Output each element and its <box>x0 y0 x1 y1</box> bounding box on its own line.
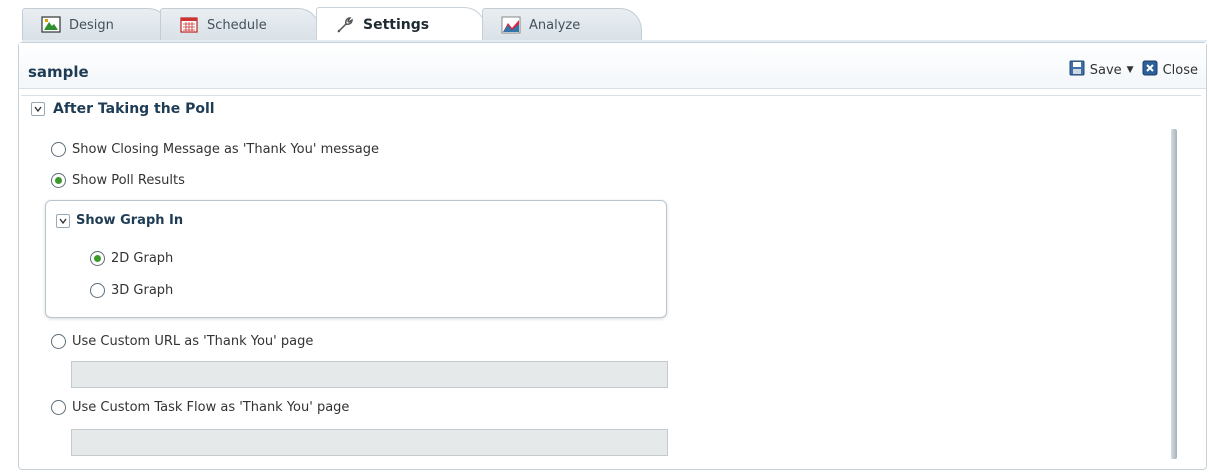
custom-url-field[interactable] <box>71 361 668 388</box>
tab-analyze-label: Analyze <box>529 17 581 33</box>
chevron-down-icon[interactable]: ▼ <box>1127 65 1134 75</box>
option-2d-graph-label: 2D Graph <box>111 251 174 266</box>
page-title: sample <box>28 63 89 81</box>
close-icon <box>1142 60 1158 80</box>
radio-3d-graph[interactable] <box>90 283 105 298</box>
design-icon <box>41 16 61 34</box>
main-panel: sample Save ▼ Close After Taking the Pol… <box>18 42 1207 470</box>
wrench-icon <box>335 16 355 34</box>
calendar-icon <box>179 16 199 34</box>
radio-poll-results[interactable] <box>51 173 66 188</box>
save-label: Save <box>1089 62 1122 78</box>
chart-icon <box>501 16 521 34</box>
option-custom-url-label: Use Custom URL as 'Thank You' page <box>72 334 314 349</box>
save-button[interactable]: Save ▼ <box>1069 60 1134 80</box>
graph-section-title: Show Graph In <box>76 213 184 228</box>
page-header: sample Save ▼ Close <box>19 43 1206 89</box>
toolbar: Save ▼ Close <box>1069 60 1198 80</box>
option-3d-graph-label: 3D Graph <box>111 283 174 298</box>
close-button[interactable]: Close <box>1142 60 1198 80</box>
chevron-down-icon[interactable] <box>56 213 70 228</box>
radio-2d-graph[interactable] <box>90 251 105 266</box>
after-poll-section-header[interactable]: After Taking the Poll <box>21 95 1201 121</box>
tab-analyze[interactable]: Analyze <box>482 8 642 41</box>
close-label: Close <box>1162 62 1198 78</box>
tab-design-label: Design <box>69 17 114 33</box>
graph-section-header[interactable]: Show Graph In <box>56 213 183 228</box>
option-custom-task-flow-label: Use Custom Task Flow as 'Thank You' page <box>72 400 350 415</box>
tab-design[interactable]: Design <box>22 8 170 41</box>
option-poll-results-label: Show Poll Results <box>72 173 185 188</box>
tab-bar: Design Schedule Settings Analyze <box>0 0 1209 42</box>
option-3d-graph[interactable]: 3D Graph <box>90 283 173 298</box>
tab-schedule[interactable]: Schedule <box>160 8 320 41</box>
radio-custom-url[interactable] <box>51 334 66 349</box>
chevron-down-icon[interactable] <box>31 101 45 116</box>
option-custom-url[interactable]: Use Custom URL as 'Thank You' page <box>51 334 313 349</box>
option-poll-results[interactable]: Show Poll Results <box>51 173 185 188</box>
tab-settings[interactable]: Settings <box>316 7 486 42</box>
vertical-scrollbar[interactable] <box>1171 129 1177 459</box>
option-2d-graph[interactable]: 2D Graph <box>90 251 173 266</box>
section-title: After Taking the Poll <box>53 100 215 117</box>
option-custom-task-flow[interactable]: Use Custom Task Flow as 'Thank You' page <box>51 400 349 415</box>
tab-settings-label: Settings <box>363 17 430 33</box>
save-icon <box>1069 60 1085 80</box>
radio-custom-task-flow[interactable] <box>51 400 66 415</box>
custom-task-flow-field[interactable] <box>71 429 668 456</box>
option-closing-message[interactable]: Show Closing Message as 'Thank You' mess… <box>51 142 379 157</box>
graph-options-box: Show Graph In 2D Graph 3D Graph <box>45 200 667 318</box>
radio-closing-message[interactable] <box>51 142 66 157</box>
tab-schedule-label: Schedule <box>207 17 267 33</box>
option-closing-message-label: Show Closing Message as 'Thank You' mess… <box>72 142 379 157</box>
